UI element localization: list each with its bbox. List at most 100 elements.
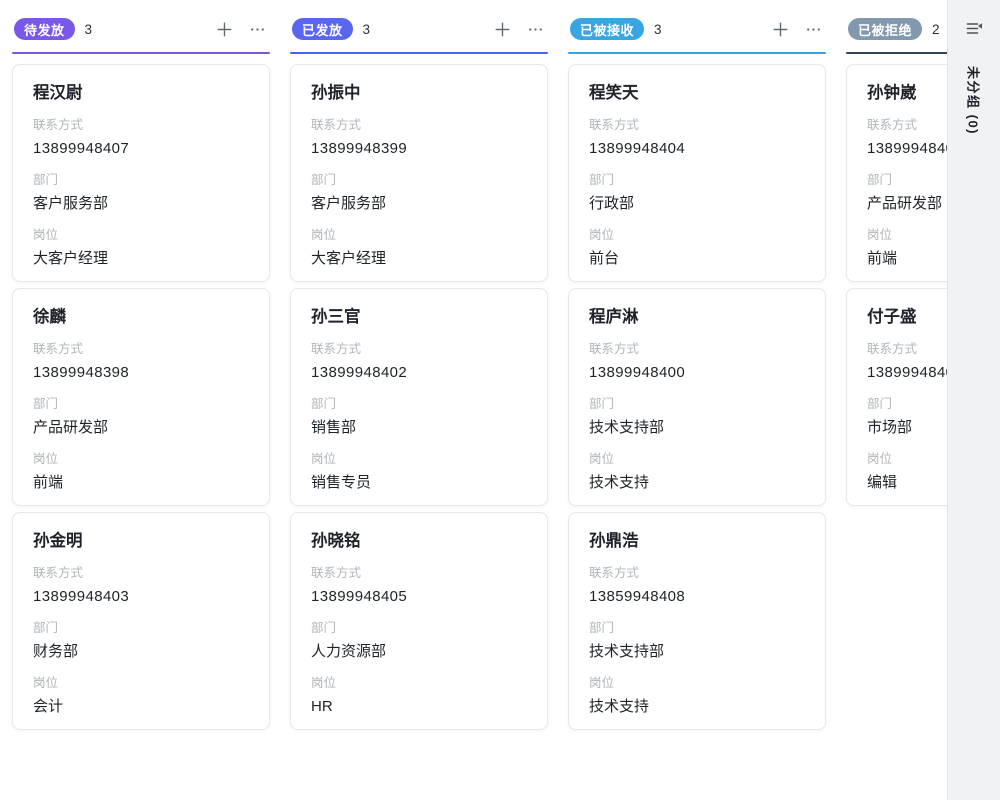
field-value: 13899948398 bbox=[33, 363, 249, 383]
column-header: 已被接收 3 bbox=[568, 16, 826, 42]
field-label: 岗位 bbox=[33, 451, 249, 468]
field-label: 联系方式 bbox=[311, 117, 527, 134]
field-value: 13859948408 bbox=[589, 587, 805, 607]
field-value: 13899948399 bbox=[311, 139, 527, 159]
field-label: 岗位 bbox=[33, 675, 249, 692]
record-card[interactable]: 程庐淋 联系方式 13899948400 部门 技术支持部 岗位 技术支持 bbox=[568, 288, 826, 506]
record-name: 孙晓铭 bbox=[311, 530, 527, 552]
field-value: 技术支持 bbox=[589, 473, 805, 493]
column-more-button[interactable] bbox=[246, 18, 268, 40]
record-name: 程笑天 bbox=[589, 82, 805, 104]
field-label: 岗位 bbox=[311, 227, 527, 244]
field-label: 部门 bbox=[311, 620, 527, 637]
field-label: 联系方式 bbox=[589, 117, 805, 134]
field-value: 客户服务部 bbox=[33, 194, 249, 214]
hidden-group-panel[interactable]: 未分组 (0) bbox=[947, 0, 1000, 800]
field-value: 13899948407 bbox=[33, 139, 249, 159]
card-count: 3 bbox=[654, 22, 662, 37]
field-label: 部门 bbox=[311, 396, 527, 413]
status-badge[interactable]: 已被拒绝 bbox=[848, 18, 922, 40]
field-value: 财务部 bbox=[33, 642, 249, 662]
record-name: 孙金明 bbox=[33, 530, 249, 552]
field-label: 部门 bbox=[33, 620, 249, 637]
record-name: 徐麟 bbox=[33, 306, 249, 328]
field-value: 大客户经理 bbox=[33, 249, 249, 269]
card-count: 3 bbox=[363, 22, 371, 37]
column-more-button[interactable] bbox=[802, 18, 824, 40]
record-card[interactable]: 程汉尉 联系方式 13899948407 部门 客户服务部 岗位 大客户经理 bbox=[12, 64, 270, 282]
field-label: 岗位 bbox=[589, 451, 805, 468]
kanban-column: 已被接收 3 程笑天 联系方式 13899948404 部门 行政部 岗位 前台 bbox=[568, 16, 826, 736]
field-value: 13899948405 bbox=[311, 587, 527, 607]
field-label: 联系方式 bbox=[311, 565, 527, 582]
field-value: 会计 bbox=[33, 697, 249, 717]
status-badge[interactable]: 已被接收 bbox=[570, 18, 644, 40]
kanban-column: 已发放 3 孙振中 联系方式 13899948399 部门 客户服务部 岗位 大 bbox=[290, 16, 548, 736]
field-label: 联系方式 bbox=[33, 341, 249, 358]
record-name: 孙三官 bbox=[311, 306, 527, 328]
card-list: 程汉尉 联系方式 13899948407 部门 客户服务部 岗位 大客户经理 徐… bbox=[12, 54, 270, 730]
field-value: 人力资源部 bbox=[311, 642, 527, 662]
field-value: 13899948403 bbox=[33, 587, 249, 607]
card-list: 程笑天 联系方式 13899948404 部门 行政部 岗位 前台 程庐淋 联系… bbox=[568, 54, 826, 730]
field-label: 部门 bbox=[589, 396, 805, 413]
kanban-column: 待发放 3 程汉尉 联系方式 13899948407 部门 客户服务部 岗位 大 bbox=[12, 16, 270, 736]
field-label: 联系方式 bbox=[33, 117, 249, 134]
column-more-button[interactable] bbox=[524, 18, 546, 40]
add-card-button[interactable] bbox=[491, 18, 513, 40]
field-value: 13899948404 bbox=[589, 139, 805, 159]
field-label: 岗位 bbox=[311, 451, 527, 468]
card-count: 2 bbox=[932, 22, 940, 37]
field-value: 13899948400 bbox=[589, 363, 805, 383]
field-label: 岗位 bbox=[589, 227, 805, 244]
field-label: 部门 bbox=[589, 620, 805, 637]
field-value: 13899948402 bbox=[311, 363, 527, 383]
record-card[interactable]: 程笑天 联系方式 13899948404 部门 行政部 岗位 前台 bbox=[568, 64, 826, 282]
field-value: 产品研发部 bbox=[33, 418, 249, 438]
status-badge[interactable]: 已发放 bbox=[292, 18, 353, 40]
record-card[interactable]: 孙振中 联系方式 13899948399 部门 客户服务部 岗位 大客户经理 bbox=[290, 64, 548, 282]
card-count: 3 bbox=[85, 22, 93, 37]
status-badge[interactable]: 待发放 bbox=[14, 18, 75, 40]
add-card-button[interactable] bbox=[213, 18, 235, 40]
add-card-button[interactable] bbox=[769, 18, 791, 40]
column-header: 已发放 3 bbox=[290, 16, 548, 42]
field-label: 部门 bbox=[33, 396, 249, 413]
field-label: 联系方式 bbox=[589, 565, 805, 582]
field-value: 销售专员 bbox=[311, 473, 527, 493]
field-value: 行政部 bbox=[589, 194, 805, 214]
field-value: HR bbox=[311, 697, 527, 717]
field-value: 销售部 bbox=[311, 418, 527, 438]
field-value: 客户服务部 bbox=[311, 194, 527, 214]
field-value: 大客户经理 bbox=[311, 249, 527, 269]
field-label: 部门 bbox=[589, 172, 805, 189]
field-value: 技术支持部 bbox=[589, 418, 805, 438]
field-label: 岗位 bbox=[33, 227, 249, 244]
field-label: 部门 bbox=[33, 172, 249, 189]
collapse-group-icon[interactable] bbox=[965, 20, 984, 42]
column-header: 待发放 3 bbox=[12, 16, 270, 42]
field-label: 联系方式 bbox=[589, 341, 805, 358]
kanban-board: 待发放 3 程汉尉 联系方式 13899948407 部门 客户服务部 岗位 大 bbox=[0, 0, 1000, 800]
kanban-columns: 待发放 3 程汉尉 联系方式 13899948407 部门 客户服务部 岗位 大 bbox=[0, 0, 1000, 736]
field-label: 岗位 bbox=[589, 675, 805, 692]
record-name: 孙鼎浩 bbox=[589, 530, 805, 552]
field-value: 前台 bbox=[589, 249, 805, 269]
card-list: 孙振中 联系方式 13899948399 部门 客户服务部 岗位 大客户经理 孙… bbox=[290, 54, 548, 730]
hidden-group-label: 未分组 (0) bbox=[965, 66, 984, 135]
field-label: 岗位 bbox=[311, 675, 527, 692]
record-card[interactable]: 孙金明 联系方式 13899948403 部门 财务部 岗位 会计 bbox=[12, 512, 270, 730]
record-card[interactable]: 孙鼎浩 联系方式 13859948408 部门 技术支持部 岗位 技术支持 bbox=[568, 512, 826, 730]
field-value: 技术支持 bbox=[589, 697, 805, 717]
field-label: 联系方式 bbox=[311, 341, 527, 358]
field-value: 技术支持部 bbox=[589, 642, 805, 662]
field-label: 部门 bbox=[311, 172, 527, 189]
record-name: 程庐淋 bbox=[589, 306, 805, 328]
record-card[interactable]: 孙晓铭 联系方式 13899948405 部门 人力资源部 岗位 HR bbox=[290, 512, 548, 730]
field-label: 联系方式 bbox=[33, 565, 249, 582]
record-name: 孙振中 bbox=[311, 82, 527, 104]
record-name: 程汉尉 bbox=[33, 82, 249, 104]
record-card[interactable]: 孙三官 联系方式 13899948402 部门 销售部 岗位 销售专员 bbox=[290, 288, 548, 506]
field-value: 前端 bbox=[33, 473, 249, 493]
record-card[interactable]: 徐麟 联系方式 13899948398 部门 产品研发部 岗位 前端 bbox=[12, 288, 270, 506]
